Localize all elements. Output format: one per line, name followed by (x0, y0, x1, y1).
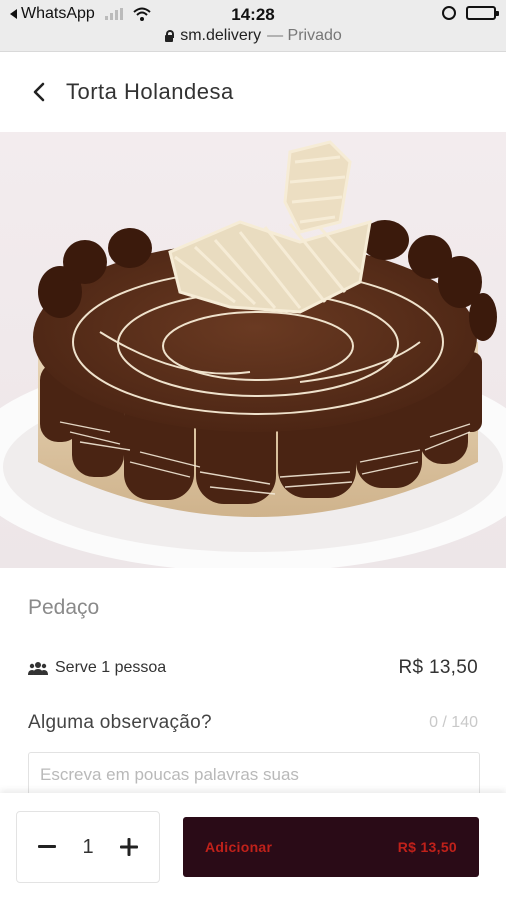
chevron-left-icon (33, 82, 45, 102)
status-bar: WhatsApp 14:28 sm.delivery — Privado (0, 0, 506, 52)
cake-illustration (0, 132, 506, 568)
page-title: Torta Holandesa (66, 79, 234, 104)
alarm-icon (442, 6, 456, 20)
serves-label: Serve 1 pessoa (55, 659, 167, 676)
plus-icon (120, 838, 138, 856)
observation-label: Alguma observação? (28, 712, 212, 733)
decrease-button[interactable] (33, 833, 61, 861)
add-to-cart-button[interactable]: Adicionar R$ 13,50 (183, 817, 479, 877)
page-header: Torta Holandesa (0, 52, 506, 132)
product-image (0, 132, 506, 568)
increase-button[interactable] (115, 833, 143, 861)
url-text: sm.delivery (180, 27, 262, 44)
clock: 14:28 (231, 5, 275, 24)
observation-header: Alguma observação? 0 / 140 (28, 712, 478, 734)
lock-icon (164, 30, 175, 42)
serves-row: Serve 1 pessoa R$ 13,50 (28, 656, 478, 680)
quantity-stepper: 1 (16, 811, 160, 883)
url-bar[interactable]: sm.delivery — Privado (0, 27, 506, 45)
battery-icon (466, 6, 499, 20)
private-label: — Privado (267, 27, 342, 44)
product-price: R$ 13,50 (398, 657, 478, 678)
observation-counter: 0 / 140 (429, 714, 478, 731)
back-button[interactable] (24, 77, 54, 107)
serves-info: Serve 1 pessoa (28, 659, 166, 677)
add-button-price: R$ 13,50 (397, 839, 457, 855)
people-icon (28, 662, 48, 675)
category-title: Pedaço (28, 596, 100, 619)
quantity-value: 1 (82, 835, 94, 858)
add-button-label: Adicionar (205, 839, 273, 855)
bottom-action-bar: 1 Adicionar R$ 13,50 (0, 793, 506, 900)
minus-icon (38, 845, 56, 848)
